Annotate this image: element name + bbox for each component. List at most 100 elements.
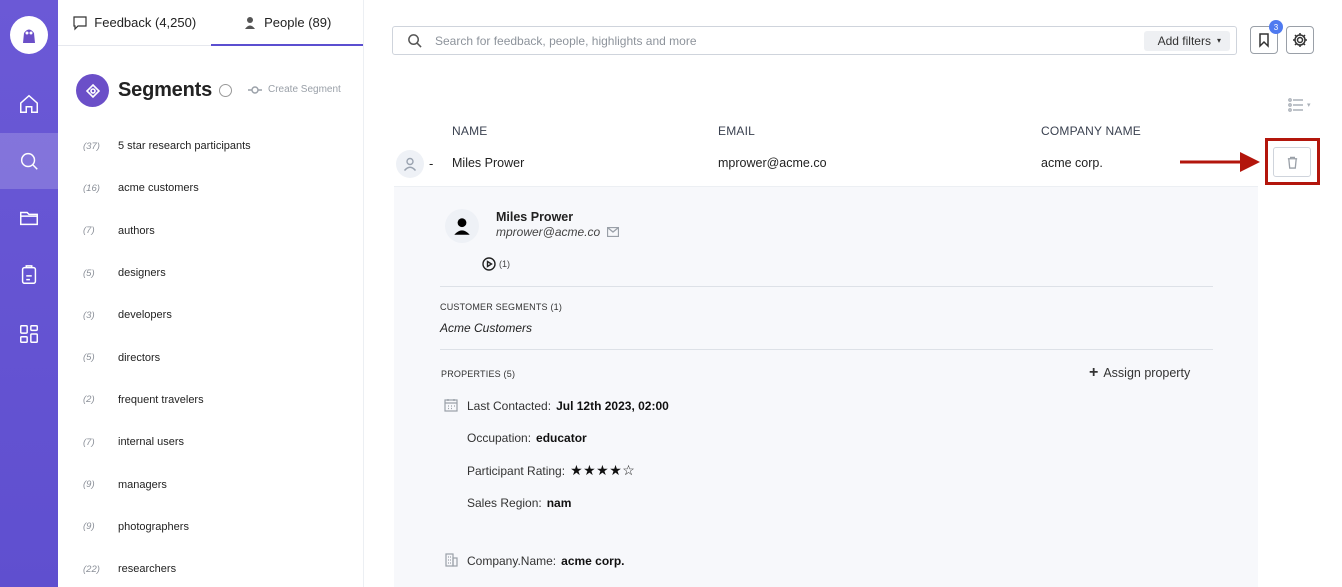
- person-icon: [245, 16, 256, 29]
- create-segment-button[interactable]: Create Segment: [248, 84, 341, 95]
- calendar-icon: [444, 398, 458, 412]
- segment-name: researchers: [118, 563, 177, 576]
- detail-email-text: mprower@acme.co: [496, 225, 601, 239]
- row-collapse-toggle[interactable]: -: [429, 156, 433, 171]
- segment-name: frequent travelers: [118, 393, 204, 406]
- properties-label: PROPERTIES (5): [441, 369, 516, 379]
- segment-count: (3): [83, 309, 95, 321]
- segment-count: (16): [83, 182, 100, 194]
- segment-name: managers: [118, 478, 167, 491]
- list-view-icon: [1288, 98, 1303, 112]
- list-item[interactable]: (7) internal users: [58, 421, 364, 463]
- segment-name: internal users: [118, 436, 185, 449]
- cell-name: Miles Prower: [452, 156, 525, 170]
- comment-icon: [73, 15, 87, 30]
- list-item[interactable]: (3) developers: [58, 294, 364, 336]
- property-label: Participant Rating:: [467, 463, 566, 478]
- add-filters-button[interactable]: Add filters ▾: [1143, 30, 1230, 51]
- play-circle-icon: [482, 257, 496, 271]
- recordings-count-text: (1): [499, 259, 510, 269]
- bookmark-badge: 3: [1269, 20, 1283, 34]
- nav-folder[interactable]: [0, 190, 58, 246]
- segment-name: acme customers: [118, 182, 199, 195]
- property-value: Jul 12th 2023, 02:00: [556, 399, 669, 413]
- property-value: educator: [536, 431, 587, 445]
- help-icon[interactable]: [219, 84, 232, 97]
- list-item[interactable]: (22) researchers: [58, 548, 364, 587]
- list-item[interactable]: (9) photographers: [58, 506, 364, 548]
- avatar: [396, 150, 424, 178]
- property-occupation[interactable]: Occupation: educator: [467, 431, 587, 445]
- building-icon: [444, 553, 458, 567]
- segment-name: photographers: [118, 520, 189, 533]
- list-item[interactable]: (5) designers: [58, 252, 364, 294]
- assign-property-label: Assign property: [1103, 366, 1191, 380]
- list-item[interactable]: (7) authors: [58, 210, 364, 252]
- nav-notes[interactable]: [0, 247, 58, 303]
- nav-dashboard[interactable]: [0, 306, 58, 362]
- plus-icon: +: [1089, 364, 1099, 381]
- create-segment-label: Create Segment: [268, 84, 341, 95]
- nav-home[interactable]: [0, 76, 58, 132]
- search-icon: [20, 152, 38, 170]
- notes-icon: [21, 265, 37, 284]
- segment-count: (5): [83, 267, 95, 279]
- header-email[interactable]: EMAIL: [718, 124, 755, 138]
- segment-count: (2): [83, 394, 95, 406]
- segments-header: Segments: [76, 74, 232, 107]
- app-logo[interactable]: [10, 16, 48, 54]
- table-row[interactable]: - Miles Prower mprower@acme.co acme corp…: [394, 146, 1258, 187]
- segment-count: (9): [83, 479, 95, 491]
- segment-list: (37) 5 star research participants (16) acme…: [58, 125, 364, 587]
- segment-icon: [85, 83, 100, 98]
- segment-name: designers: [118, 267, 166, 280]
- add-filters-label: Add filters: [1157, 33, 1211, 48]
- detail-email[interactable]: mprower@acme.co: [496, 225, 620, 239]
- person-icon: [403, 157, 417, 171]
- settings-button[interactable]: [1286, 26, 1314, 54]
- divider: [440, 349, 1213, 350]
- header-company[interactable]: COMPANY NAME: [1041, 124, 1141, 138]
- search-input[interactable]: Search for feedback, people, highlights …: [435, 34, 1144, 48]
- page-title: Segments: [118, 79, 212, 101]
- star-rating: ★★★★☆: [570, 462, 636, 478]
- segment-count: (5): [83, 352, 95, 364]
- property-value: acme corp.: [561, 554, 625, 568]
- bookmark-button[interactable]: 3: [1250, 20, 1283, 54]
- tab-feedback[interactable]: Feedback (4,250): [58, 0, 211, 45]
- property-participant-rating[interactable]: Participant Rating: ★★★★☆: [467, 462, 635, 479]
- property-label: Company.Name:: [467, 554, 557, 568]
- nav-rail: [0, 0, 58, 587]
- assign-property-button[interactable]: + Assign property: [1089, 364, 1191, 381]
- segment-value[interactable]: Acme Customers: [440, 321, 532, 335]
- property-sales-region[interactable]: Sales Region: nam: [467, 496, 571, 510]
- segment-count: (9): [83, 521, 95, 533]
- dashboard-icon: [20, 325, 38, 343]
- segment-name: authors: [118, 224, 155, 237]
- list-item[interactable]: (37) 5 star research participants: [58, 125, 364, 167]
- mail-icon[interactable]: [607, 227, 620, 237]
- tab-people[interactable]: People (89): [210, 0, 364, 46]
- recordings-count[interactable]: (1): [482, 257, 510, 271]
- home-icon: [20, 94, 38, 113]
- panel-tabs: Feedback (4,250) People (89): [58, 0, 363, 46]
- segment-name: developers: [118, 309, 172, 322]
- avatar: [445, 209, 479, 243]
- list-item[interactable]: (5) directors: [58, 336, 364, 378]
- view-toggle[interactable]: ▾: [1288, 98, 1311, 112]
- callout-arrow: [1180, 152, 1260, 172]
- search-bar[interactable]: Search for feedback, people, highlights …: [392, 26, 1237, 55]
- list-item[interactable]: (9) managers: [58, 463, 364, 505]
- nav-search[interactable]: [0, 133, 58, 189]
- tab-people-label: People (89): [264, 15, 332, 30]
- segments-label: CUSTOMER SEGMENTS (1): [440, 302, 563, 312]
- segment-count: (7): [83, 225, 95, 237]
- header-name[interactable]: NAME: [452, 124, 487, 138]
- list-item[interactable]: (16) acme customers: [58, 167, 364, 209]
- segment-count: (7): [83, 436, 95, 448]
- property-last-contacted[interactable]: Last Contacted: Jul 12th 2023, 02:00: [467, 399, 669, 413]
- segment-name: directors: [118, 351, 161, 364]
- list-item[interactable]: (2) frequent travelers: [58, 379, 364, 421]
- search-icon: [408, 34, 422, 48]
- property-company-name[interactable]: Company.Name: acme corp.: [467, 554, 625, 568]
